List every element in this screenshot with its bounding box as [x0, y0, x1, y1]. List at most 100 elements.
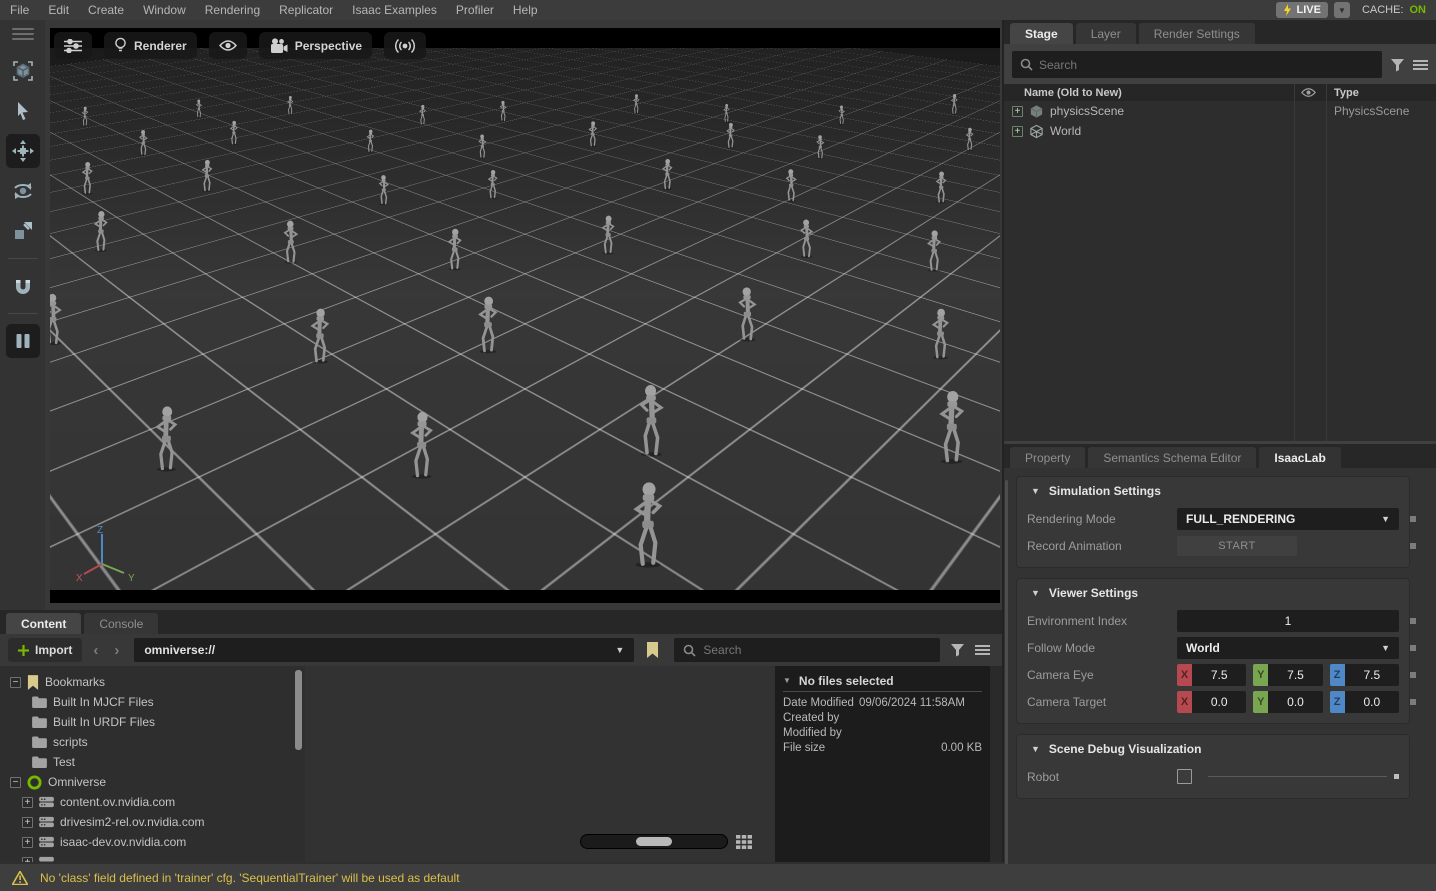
- expand-icon[interactable]: +: [22, 837, 33, 848]
- snap-tool[interactable]: [6, 269, 40, 303]
- grid-view-icon[interactable]: [736, 835, 752, 849]
- tab-stage[interactable]: Stage: [1010, 23, 1073, 44]
- camera-eye-x-field[interactable]: 7.5: [1192, 664, 1246, 686]
- stage-row-world[interactable]: + World: [1004, 121, 1436, 141]
- camera-target-z-field[interactable]: 0.0: [1345, 691, 1399, 713]
- viewport[interactable]: X Y Z Renderer: [50, 28, 1000, 603]
- renderer-button[interactable]: Renderer: [104, 32, 197, 59]
- tab-content[interactable]: Content: [6, 613, 81, 634]
- rendering-mode-dropdown[interactable]: FULL_RENDERING ▼: [1177, 508, 1399, 530]
- menu-item-edit[interactable]: Edit: [48, 3, 69, 17]
- viewport-settings-button[interactable]: [54, 32, 92, 59]
- camera-target-y-field[interactable]: 0.0: [1268, 691, 1322, 713]
- tree-item-test[interactable]: Test: [0, 752, 305, 772]
- section-header[interactable]: ▼ Simulation Settings: [1027, 477, 1399, 505]
- vertical-scrollbar[interactable]: [1005, 480, 1008, 865]
- default-value-dot[interactable]: [1410, 543, 1416, 549]
- stage-searchbox[interactable]: [1012, 51, 1382, 78]
- menu-item-replicator[interactable]: Replicator: [279, 3, 333, 17]
- frame-selection-tool[interactable]: [6, 54, 40, 88]
- live-button[interactable]: LIVE: [1276, 2, 1327, 18]
- menu-item-rendering[interactable]: Rendering: [205, 3, 260, 17]
- default-value-dot[interactable]: [1410, 672, 1416, 678]
- environment-index-field[interactable]: 1: [1177, 610, 1399, 632]
- import-button[interactable]: Import: [8, 638, 82, 662]
- tree-item-content-server[interactable]: + content.ov.nvidia.com: [0, 792, 305, 812]
- scale-tool[interactable]: [6, 214, 40, 248]
- record-button[interactable]: [384, 32, 426, 59]
- file-grid-area[interactable]: [305, 666, 775, 862]
- start-recording-button[interactable]: START: [1177, 536, 1297, 556]
- slider-track[interactable]: [580, 834, 728, 849]
- back-button[interactable]: ‹: [88, 642, 103, 659]
- camera-eye-z-field[interactable]: 7.5: [1345, 664, 1399, 686]
- chevron-down-icon[interactable]: ▼: [615, 645, 624, 655]
- expand-icon[interactable]: +: [1012, 106, 1023, 117]
- camera-eye-y-field[interactable]: 7.5: [1268, 664, 1322, 686]
- details-header[interactable]: ▼ No files selected: [783, 672, 982, 692]
- filter-icon[interactable]: [1390, 58, 1405, 72]
- follow-mode-dropdown[interactable]: World ▼: [1177, 637, 1399, 659]
- stage-row-physicsscene[interactable]: + physicsScene PhysicsScene: [1004, 101, 1436, 121]
- content-search-input[interactable]: [703, 643, 931, 657]
- tree-item-isaac-dev-server[interactable]: + isaac-dev.ov.nvidia.com: [0, 832, 305, 852]
- select-tool[interactable]: [6, 94, 40, 128]
- robot-debug-checkbox[interactable]: [1177, 769, 1192, 784]
- tab-layer[interactable]: Layer: [1076, 23, 1136, 44]
- move-tool[interactable]: [6, 134, 40, 168]
- live-dropdown-button[interactable]: ▼: [1334, 2, 1350, 18]
- bookmark-button[interactable]: [640, 638, 664, 662]
- options-menu-icon[interactable]: [1413, 59, 1428, 71]
- tree-item-urdf-files[interactable]: Built In URDF Files: [0, 712, 305, 732]
- collapse-icon[interactable]: −: [10, 777, 21, 788]
- section-header[interactable]: ▼ Viewer Settings: [1027, 579, 1399, 607]
- menu-item-create[interactable]: Create: [88, 3, 124, 17]
- rotate-tool[interactable]: [6, 174, 40, 208]
- expand-icon[interactable]: +: [22, 797, 33, 808]
- slider-handle[interactable]: [636, 837, 672, 846]
- expand-icon[interactable]: +: [1012, 126, 1023, 137]
- options-menu-icon[interactable]: [975, 644, 990, 656]
- tree-item-mjcf-files[interactable]: Built In MJCF Files: [0, 692, 305, 712]
- address-bar[interactable]: ▼: [134, 638, 634, 662]
- default-value-dot[interactable]: [1410, 699, 1416, 705]
- tree-item-scripts[interactable]: scripts: [0, 732, 305, 752]
- default-value-dot[interactable]: [1410, 618, 1416, 624]
- tab-console[interactable]: Console: [84, 613, 158, 634]
- tab-semantics-schema-editor[interactable]: Semantics Schema Editor: [1088, 447, 1256, 468]
- tab-render-settings[interactable]: Render Settings: [1139, 23, 1255, 44]
- tab-isaaclab[interactable]: IsaacLab: [1259, 447, 1340, 468]
- camera-target-x-field[interactable]: 0.0: [1192, 691, 1246, 713]
- type-column-label[interactable]: Type: [1334, 87, 1359, 99]
- tree-item-omniverse[interactable]: − Omniverse: [0, 772, 305, 792]
- default-value-dot[interactable]: [1394, 774, 1399, 779]
- camera-button[interactable]: Perspective: [259, 32, 372, 59]
- movie-camera-icon: [269, 38, 288, 54]
- menu-item-file[interactable]: File: [10, 3, 29, 17]
- tab-property[interactable]: Property: [1010, 447, 1085, 468]
- visibility-column-icon[interactable]: [1301, 87, 1316, 101]
- tree-item-drivesim-server[interactable]: + drivesim2-rel.ov.nvidia.com: [0, 812, 305, 832]
- collapse-icon[interactable]: −: [10, 677, 21, 688]
- pause-button[interactable]: [6, 324, 40, 358]
- toolbar-grip-icon[interactable]: [12, 28, 34, 40]
- section-header[interactable]: ▼ Scene Debug Visualization: [1027, 735, 1399, 763]
- name-column-label[interactable]: Name (Old to New): [1004, 87, 1122, 99]
- tree-item-partial[interactable]: +: [0, 852, 305, 862]
- expand-icon[interactable]: +: [22, 817, 33, 828]
- menu-item-window[interactable]: Window: [143, 3, 186, 17]
- default-value-dot[interactable]: [1410, 645, 1416, 651]
- stage-search-input[interactable]: [1039, 58, 1374, 72]
- forward-button[interactable]: ›: [109, 642, 124, 659]
- menu-item-isaac-examples[interactable]: Isaac Examples: [352, 3, 437, 17]
- tree-scrollbar[interactable]: [295, 670, 302, 750]
- default-value-dot[interactable]: [1410, 516, 1416, 522]
- visibility-button[interactable]: [209, 32, 247, 59]
- menu-item-help[interactable]: Help: [513, 3, 538, 17]
- filter-icon[interactable]: [950, 643, 965, 657]
- content-searchbox[interactable]: [674, 638, 940, 662]
- menu-item-profiler[interactable]: Profiler: [456, 3, 494, 17]
- tree-item-bookmarks[interactable]: − Bookmarks: [0, 672, 305, 692]
- path-input[interactable]: [144, 643, 615, 657]
- expand-icon[interactable]: +: [22, 857, 33, 863]
